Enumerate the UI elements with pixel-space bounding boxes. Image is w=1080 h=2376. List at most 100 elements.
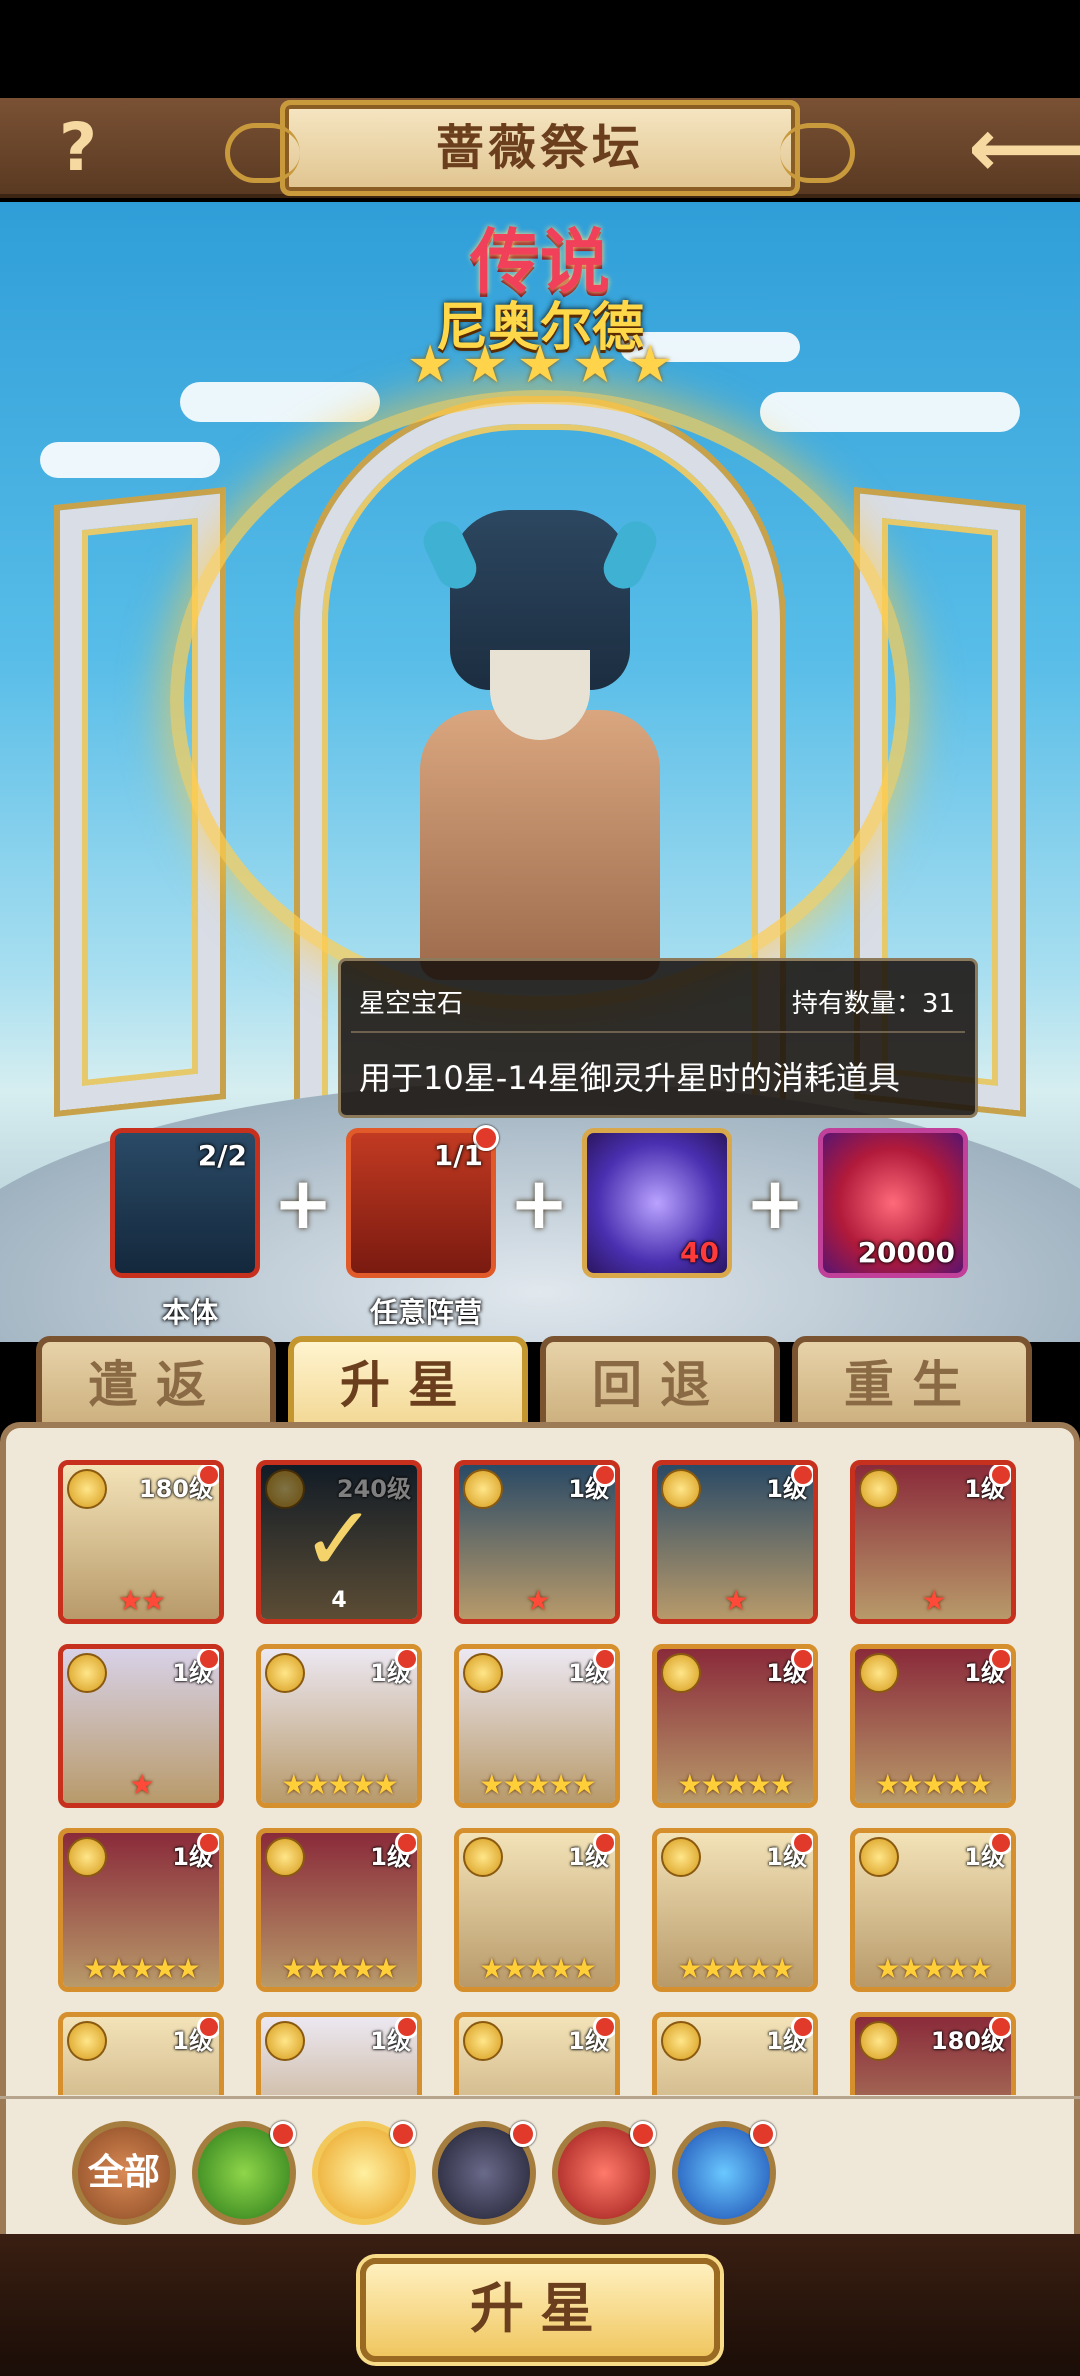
hero-card[interactable]: 1级 ★★★★★ bbox=[652, 1644, 818, 1808]
notification-dot bbox=[593, 1649, 615, 1671]
rose-faction-icon bbox=[265, 1653, 305, 1693]
cloud bbox=[40, 442, 220, 478]
hero-card-stars: ★★★★★ bbox=[83, 1952, 201, 1985]
title-plate: 蔷薇祭坛 bbox=[225, 100, 855, 196]
cloud bbox=[760, 392, 1020, 432]
material-count: 20000 bbox=[857, 1236, 955, 1269]
notification-dot bbox=[593, 1833, 615, 1855]
hero-card[interactable]: 1级 bbox=[58, 2012, 224, 2095]
hero-card[interactable]: 240级✓4 bbox=[256, 1460, 422, 1624]
notification-dot bbox=[989, 1465, 1011, 1487]
hero-stars: ★ ★ ★ ★ ★ bbox=[405, 335, 675, 396]
hero-card[interactable]: 1级 ★★★★★ bbox=[850, 1644, 1016, 1808]
hero-card-stars: ★★★★★ bbox=[677, 1768, 795, 1801]
material-ruby[interactable]: 20000 bbox=[818, 1128, 968, 1278]
hero-card[interactable]: 1级 ★ bbox=[454, 1460, 620, 1624]
hero-card[interactable]: 1级 ★★★★★ bbox=[256, 1644, 422, 1808]
hero-card-stars: ★★★★★ bbox=[281, 1952, 399, 1985]
hero-card[interactable]: 1级 ★ bbox=[58, 1644, 224, 1808]
cloud bbox=[180, 382, 380, 422]
tooltip-count: 持有数量：31 bbox=[791, 989, 955, 1019]
dragon-emblem-icon[interactable] bbox=[672, 2121, 776, 2225]
star-icon: ★ bbox=[626, 335, 674, 395]
rose-faction-icon bbox=[661, 1837, 701, 1877]
tab-star-up[interactable]: 升星 bbox=[288, 1336, 528, 1436]
rose-faction-icon bbox=[265, 2021, 305, 2061]
material-any-faction[interactable]: 1/1 任意阵营 bbox=[346, 1125, 499, 1329]
notification-dot bbox=[791, 2017, 813, 2039]
star-icon: ★ bbox=[461, 335, 509, 395]
notification-dot bbox=[395, 1649, 417, 1671]
plus-icon: + bbox=[744, 1161, 806, 1245]
rose-faction-icon bbox=[859, 2021, 899, 2061]
notification-dot bbox=[593, 1465, 615, 1487]
back-arrow-icon[interactable]: ⟵ bbox=[968, 104, 1080, 194]
notification-dot bbox=[791, 1649, 813, 1671]
rose-faction-icon bbox=[463, 1837, 503, 1877]
hero-card[interactable]: 1级 ★★★★★ bbox=[652, 1828, 818, 1992]
hero-card-grid: 180级★★240级✓41级★1级★1级★1级★1级★★★★★1级★★★★★1级… bbox=[58, 1460, 1020, 2095]
notification-dot bbox=[510, 2121, 536, 2147]
rose-faction-icon bbox=[661, 1653, 701, 1693]
hero-card-sub-label: 4 bbox=[331, 1588, 347, 1613]
wind-emblem-icon[interactable] bbox=[192, 2121, 296, 2225]
notification-dot bbox=[395, 1833, 417, 1855]
help-button[interactable]: ? bbox=[48, 112, 108, 184]
hero-card[interactable]: 1级 ★★★★★ bbox=[454, 1644, 620, 1808]
notification-dot bbox=[197, 1649, 219, 1671]
rose-faction-icon bbox=[463, 1653, 503, 1693]
hero-card[interactable]: 1级 ★★★★★ bbox=[58, 1828, 224, 1992]
notification-dot bbox=[390, 2121, 416, 2147]
rose-faction-icon bbox=[859, 1837, 899, 1877]
notification-dot bbox=[989, 1649, 1011, 1671]
rose-faction-icon bbox=[67, 2021, 107, 2061]
hero-portrait[interactable] bbox=[417, 510, 663, 980]
tab-dismiss[interactable]: 遣返 bbox=[36, 1336, 276, 1436]
notification-dot bbox=[197, 2017, 219, 2039]
notification-dot bbox=[270, 2121, 296, 2147]
notification-dot bbox=[197, 1465, 219, 1487]
hero-card-stars: ★★★★★ bbox=[677, 1952, 795, 1985]
plus-icon: + bbox=[272, 1161, 334, 1245]
hero-card[interactable]: 1级 ★ bbox=[652, 1460, 818, 1624]
hero-card[interactable]: 1级 ★★★★★ bbox=[256, 1828, 422, 1992]
material-count: 40 bbox=[680, 1236, 719, 1269]
rose-faction-icon bbox=[67, 1653, 107, 1693]
hero-card-stars: ★★★★★ bbox=[281, 1768, 399, 1801]
page-title: 蔷薇祭坛 bbox=[435, 120, 644, 176]
hero-card[interactable]: 1级 bbox=[256, 2012, 422, 2095]
notification-dot bbox=[750, 2121, 776, 2147]
hero-card[interactable]: 1级 ★★★★★ bbox=[454, 1828, 620, 1992]
hero-card[interactable]: 1级 bbox=[454, 2012, 620, 2095]
star-icon: ★ bbox=[571, 335, 619, 395]
star-up-button[interactable]: 升星 bbox=[360, 2258, 720, 2362]
rose-faction-icon bbox=[661, 1469, 701, 1509]
screen: { "header": {"help_label": "?", "title":… bbox=[0, 0, 1080, 2376]
material-label: 任意阵营 bbox=[369, 1296, 482, 1329]
hero-card[interactable]: 180级 bbox=[850, 2012, 1016, 2095]
hero-card-stars: ★★★★★ bbox=[479, 1768, 597, 1801]
tooltip-description: 用于10星-14星御灵升星时的消耗道具 bbox=[359, 1059, 900, 1097]
hero-card[interactable]: 180级 ★★ bbox=[58, 1460, 224, 1624]
faction-all-button[interactable]: 全部 bbox=[72, 2121, 176, 2225]
material-star-gem[interactable]: 40 bbox=[582, 1128, 732, 1278]
hero-card[interactable]: 1级 bbox=[652, 2012, 818, 2095]
tab-revert[interactable]: 回退 bbox=[540, 1336, 780, 1436]
faction-filter-bar: 全部 bbox=[0, 2096, 1080, 2236]
rose-faction-icon bbox=[463, 1469, 503, 1509]
tab-rebirth[interactable]: 重生 bbox=[792, 1336, 1032, 1436]
rose-faction-icon bbox=[463, 2021, 503, 2061]
hero-card[interactable]: 1级 ★ bbox=[850, 1460, 1016, 1624]
notification-dot bbox=[593, 2017, 615, 2039]
rose-emblem-icon[interactable] bbox=[312, 2121, 416, 2225]
hero-card[interactable]: 1级 ★★★★★ bbox=[850, 1828, 1016, 1992]
star-emblem-icon[interactable] bbox=[432, 2121, 536, 2225]
material-label: 本体 bbox=[161, 1296, 218, 1329]
star-icon: ★ bbox=[516, 335, 564, 395]
hero-body bbox=[420, 710, 660, 980]
notification-dot bbox=[791, 1833, 813, 1855]
phoenix-emblem-icon[interactable] bbox=[552, 2121, 656, 2225]
hero-card-stars: ★★ bbox=[117, 1584, 166, 1617]
rose-faction-icon bbox=[859, 1469, 899, 1509]
material-self[interactable]: 2/2 本体 bbox=[110, 1128, 260, 1329]
